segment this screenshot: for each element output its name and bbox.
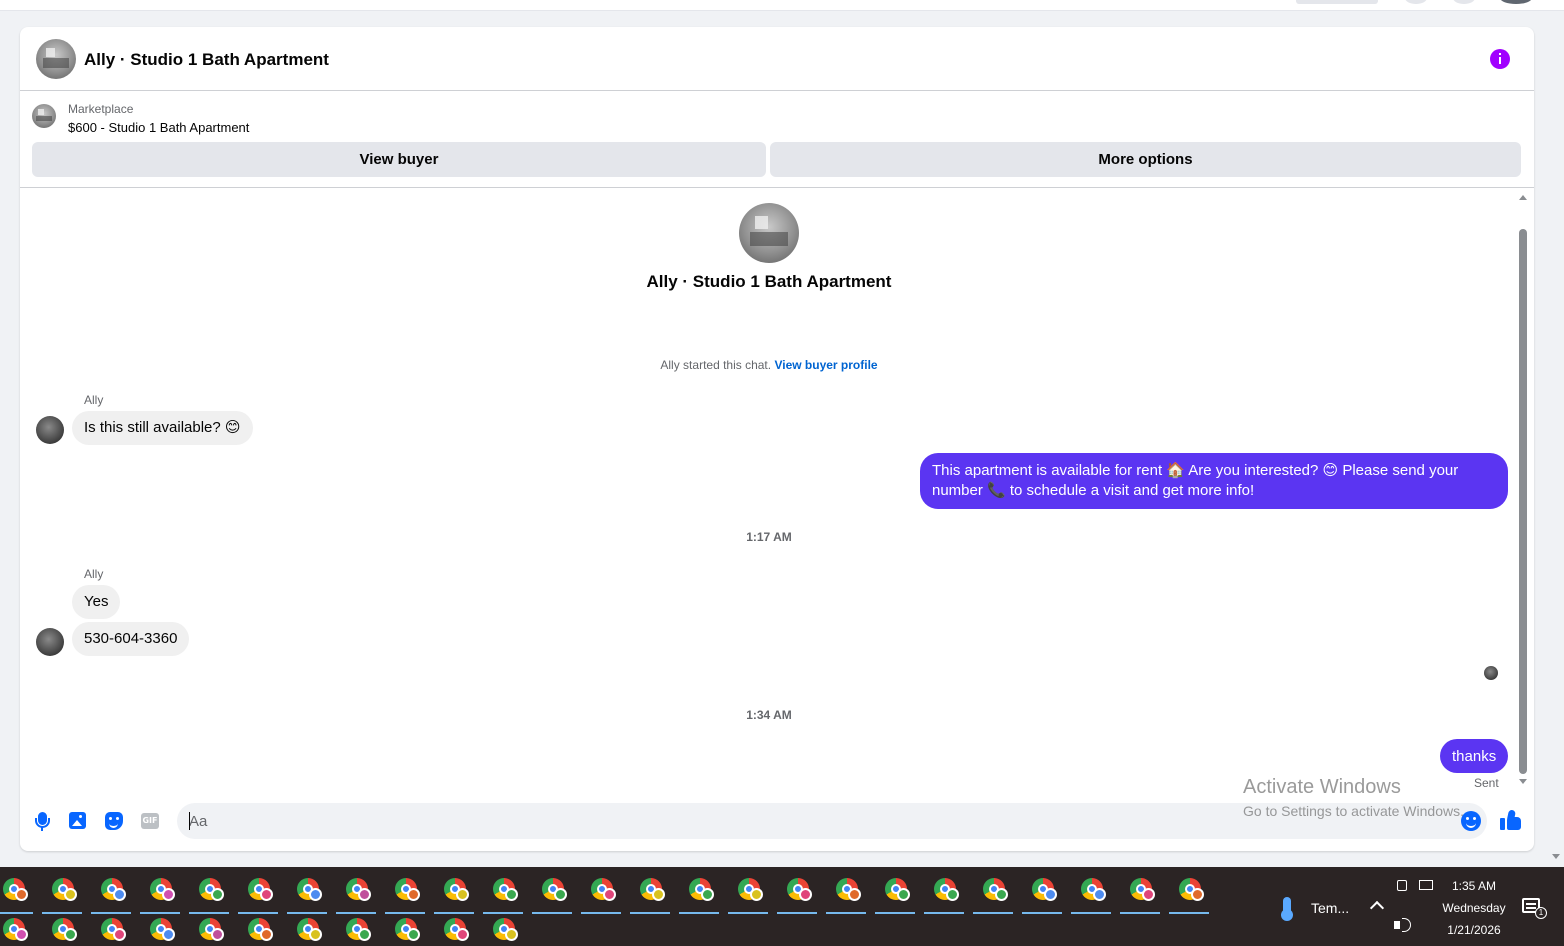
chrome-icon[interactable]	[1022, 875, 1062, 914]
thread-title: Ally · Studio 1 Bath Apartment	[646, 272, 892, 291]
incoming-message[interactable]: Yes	[72, 585, 121, 619]
emoji-icon[interactable]	[1461, 811, 1481, 831]
chrome-icon[interactable]	[434, 875, 474, 914]
listing-thumbnail[interactable]	[32, 104, 56, 128]
watermark-subtitle: Go to Settings to activate Windows.	[1243, 803, 1464, 819]
chrome-icon[interactable]	[42, 875, 82, 914]
outgoing-message[interactable]: thanks	[1440, 739, 1509, 773]
top-toolbar-strip	[0, 0, 1564, 11]
chat-started-text: Ally started this chat.	[660, 358, 772, 372]
show-hidden-icons-chevron-icon[interactable]	[1369, 900, 1385, 916]
chrome-icon[interactable]	[238, 875, 278, 914]
chrome-icon[interactable]	[91, 875, 131, 914]
chrome-icon[interactable]	[189, 875, 229, 914]
seen-indicator-avatar	[1484, 666, 1498, 680]
chrome-icon[interactable]	[336, 875, 376, 914]
chrome-icon[interactable]	[875, 875, 915, 914]
chrome-icon[interactable]	[99, 915, 127, 943]
text-caret	[189, 812, 190, 830]
view-buyer-button[interactable]: View buyer	[32, 142, 766, 177]
chrome-icon[interactable]	[148, 915, 176, 943]
image-icon[interactable]	[69, 811, 87, 831]
gif-label: GIF	[141, 813, 159, 829]
chrome-icon[interactable]	[140, 875, 180, 914]
scroll-up-arrow-icon[interactable]	[1519, 195, 1527, 200]
page-scroll-down-arrow-icon[interactable]	[1552, 854, 1560, 859]
marketplace-listing-banner: Marketplace $600 - Studio 1 Bath Apartme…	[20, 92, 1534, 188]
conversation-panel: Ally · Studio 1 Bath Apartment Marketpla…	[20, 27, 1534, 851]
chrome-icon[interactable]	[287, 875, 327, 914]
microphone-icon[interactable]	[33, 811, 51, 831]
conversation-avatar[interactable]	[36, 39, 76, 79]
sender-avatar[interactable]	[36, 628, 64, 656]
toolbar-icon-partial[interactable]	[1453, 0, 1475, 4]
more-options-button[interactable]: More options	[770, 142, 1521, 177]
gif-icon[interactable]: GIF	[141, 811, 159, 831]
watermark-title: Activate Windows	[1243, 776, 1401, 798]
chrome-icon[interactable]	[1169, 875, 1209, 914]
view-buyer-profile-link[interactable]: View buyer profile	[774, 358, 877, 372]
chrome-icon[interactable]	[442, 915, 470, 943]
scrollbar-thumb[interactable]	[1519, 229, 1527, 774]
taskbar-day[interactable]: Wednesday	[1432, 901, 1516, 915]
chrome-icon[interactable]	[777, 875, 817, 914]
chrome-icon[interactable]	[491, 915, 519, 943]
message-sender-name: Ally	[84, 567, 104, 581]
sticker-icon[interactable]	[105, 811, 123, 831]
scroll-down-arrow-icon[interactable]	[1519, 779, 1527, 784]
thumbs-up-icon[interactable]	[1500, 809, 1522, 832]
message-status: Sent	[1474, 776, 1499, 790]
taskbar-clock[interactable]: 1:35 AM	[1432, 879, 1516, 893]
incoming-message[interactable]: Is this still available? 😊	[72, 411, 253, 445]
weather-widget-label[interactable]: Tem...	[1311, 900, 1349, 916]
activate-windows-watermark: Activate Windows Go to Settings to activ…	[1243, 776, 1464, 819]
chrome-icon[interactable]	[295, 915, 323, 943]
chat-started-notice: Ally started this chat. View buyer profi…	[20, 358, 1518, 372]
message-sender-name: Ally	[84, 393, 104, 407]
chrome-icon[interactable]	[679, 875, 719, 914]
chrome-icon[interactable]	[1071, 875, 1111, 914]
chrome-icon[interactable]	[532, 875, 572, 914]
chrome-icon[interactable]	[385, 875, 425, 914]
chrome-icon[interactable]	[344, 915, 372, 943]
chrome-icon[interactable]	[246, 915, 274, 943]
chrome-icon[interactable]	[197, 915, 225, 943]
info-icon[interactable]	[1490, 49, 1510, 69]
profile-avatar-partial[interactable]	[1500, 0, 1532, 4]
weather-thermometer-icon[interactable]	[1281, 897, 1293, 921]
windows-taskbar: Tem... 1:35 AM Wednesday 1/21/2026 1	[0, 867, 1564, 946]
chrome-icon[interactable]	[924, 875, 964, 914]
network-icon[interactable]	[1419, 880, 1433, 890]
message-timestamp: 1:34 AM	[746, 708, 792, 722]
listing-price-title[interactable]: $600 - Studio 1 Bath Apartment	[68, 120, 249, 135]
meet-now-icon[interactable]	[1397, 880, 1407, 891]
toolbar-icon-partial[interactable]	[1405, 0, 1427, 4]
message-thread: Ally · Studio 1 Bath Apartment Ally star…	[20, 189, 1534, 793]
chrome-icon[interactable]	[581, 875, 621, 914]
volume-icon[interactable]	[1394, 918, 1411, 932]
toolbar-button-partial[interactable]	[1296, 0, 1378, 4]
listing-category: Marketplace	[68, 102, 134, 116]
taskbar-date[interactable]: 1/21/2026	[1432, 923, 1516, 937]
chrome-icon[interactable]	[50, 915, 78, 943]
chrome-icon[interactable]	[393, 915, 421, 943]
conversation-title[interactable]: Ally · Studio 1 Bath Apartment	[84, 50, 329, 70]
chrome-icon[interactable]	[630, 875, 670, 914]
notification-count-badge: 1	[1535, 907, 1547, 919]
chrome-icon[interactable]	[1, 915, 29, 943]
chrome-icon[interactable]	[728, 875, 768, 914]
chrome-icon[interactable]	[1120, 875, 1160, 914]
incoming-message[interactable]: 530-604-3360	[72, 622, 190, 656]
chrome-icon[interactable]	[826, 875, 866, 914]
chrome-icon[interactable]	[973, 875, 1013, 914]
chrome-icon[interactable]	[483, 875, 523, 914]
conversation-header: Ally · Studio 1 Bath Apartment	[20, 27, 1534, 91]
outgoing-message[interactable]: This apartment is available for rent 🏠 A…	[920, 453, 1508, 509]
message-timestamp: 1:17 AM	[746, 530, 792, 544]
thread-avatar[interactable]	[739, 203, 799, 263]
chrome-icon[interactable]	[0, 875, 33, 914]
sender-avatar[interactable]	[36, 416, 64, 444]
